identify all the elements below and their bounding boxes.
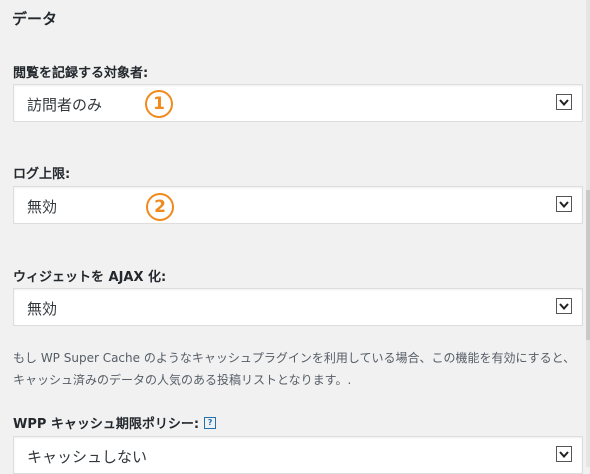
- ajax-widget-value: 無効: [27, 300, 58, 318]
- chevron-down-icon[interactable]: [556, 94, 572, 110]
- cache-policy-label-row: WPP キャッシュ期限ポリシー: ?: [13, 413, 217, 432]
- ajax-widget-select[interactable]: 無効: [13, 288, 583, 326]
- cache-policy-value: キャッシュしない: [27, 448, 148, 466]
- cache-description: もし WP Super Cache のようなキャッシュプラグインを利用している場…: [13, 351, 576, 387]
- scrollbar[interactable]: [586, 0, 590, 467]
- cache-policy-label: WPP キャッシュ期限ポリシー:: [13, 417, 200, 432]
- log-limit-label: ログ上限:: [13, 167, 71, 182]
- visitor-tracking-label: 閲覧を記録する対象者:: [13, 66, 149, 81]
- cache-policy-select[interactable]: キャッシュしない: [13, 436, 583, 474]
- callout-badge-1: 1: [145, 90, 173, 118]
- ajax-widget-label: ウィジェットを AJAX 化:: [13, 270, 167, 285]
- visitor-tracking-value: 訪問者のみ: [27, 96, 103, 114]
- chevron-down-icon[interactable]: [556, 446, 572, 462]
- log-limit-select[interactable]: 無効: [13, 186, 583, 224]
- chevron-down-icon[interactable]: [556, 196, 572, 212]
- callout-badge-2: 2: [146, 193, 174, 221]
- log-limit-value: 無効: [27, 198, 58, 216]
- settings-panel: データ 閲覧を記録する対象者: 訪問者のみ 1 ログ上限: 無効 2 ウィジェッ…: [0, 0, 586, 474]
- chevron-down-icon[interactable]: [556, 298, 572, 314]
- scrollbar-thumb[interactable]: [586, 190, 590, 340]
- section-title: データ: [12, 10, 58, 28]
- help-icon[interactable]: ?: [204, 416, 217, 429]
- visitor-tracking-select[interactable]: 訪問者のみ: [13, 84, 583, 122]
